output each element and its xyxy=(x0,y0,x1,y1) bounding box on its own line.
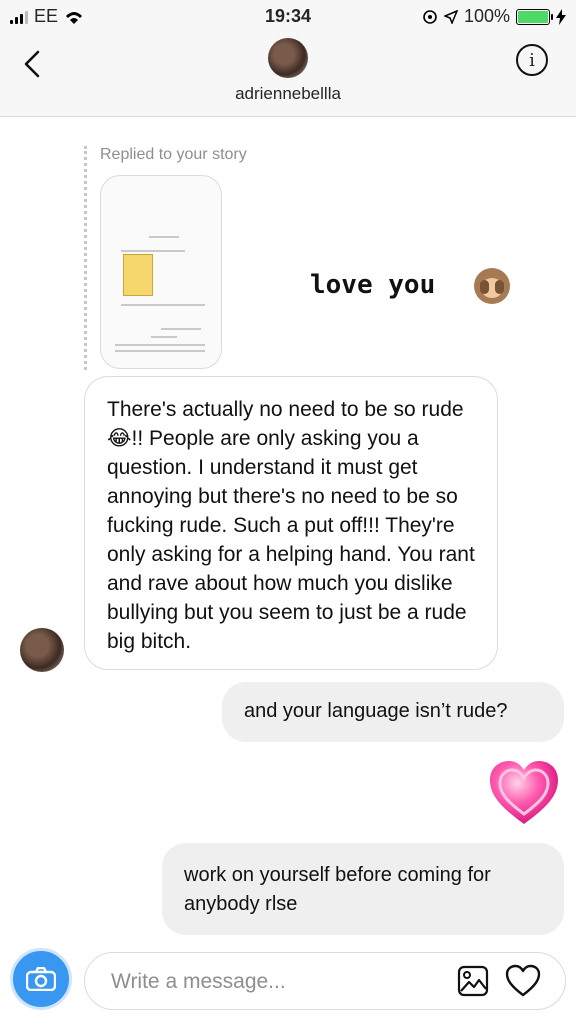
outgoing-message[interactable]: work on yourself before coming for anybo… xyxy=(162,843,564,935)
story-image xyxy=(123,254,153,296)
outgoing-message[interactable]: and your language isn’t rude? xyxy=(222,682,564,742)
image-icon[interactable] xyxy=(457,965,489,997)
status-bar: EE 19:34 100% xyxy=(0,0,576,34)
heart-icon[interactable] xyxy=(505,964,541,998)
status-right: 100% xyxy=(422,6,566,27)
info-icon[interactable]: i xyxy=(516,44,548,76)
location-icon xyxy=(443,9,458,24)
battery-icon xyxy=(516,8,553,25)
story-thumbnail[interactable] xyxy=(100,175,222,369)
camera-button[interactable] xyxy=(10,948,72,1010)
message-input-container[interactable] xyxy=(84,952,566,1011)
story-reply-text: love you xyxy=(310,270,436,300)
camera-icon xyxy=(26,967,56,991)
see-no-evil-monkey-icon xyxy=(474,268,510,304)
chat-header: adriennebellla i xyxy=(0,34,576,117)
username[interactable]: adriennebellla xyxy=(0,84,576,104)
charging-icon xyxy=(556,8,566,25)
message-text: There's actually no need to be so rude😂!… xyxy=(107,398,475,653)
lock-rotation-icon xyxy=(423,9,437,24)
sender-avatar[interactable] xyxy=(20,628,64,672)
battery-percent: 100% xyxy=(463,6,510,26)
heart-emoji-icon[interactable] xyxy=(488,758,560,830)
story-reply-label: Replied to your story xyxy=(100,146,247,163)
story-reply-indicator xyxy=(84,146,87,370)
chevron-left-icon[interactable] xyxy=(16,46,52,82)
message-input[interactable] xyxy=(109,953,433,1011)
avatar[interactable] xyxy=(268,38,308,78)
incoming-message[interactable]: There's actually no need to be so rude😂!… xyxy=(84,376,498,670)
